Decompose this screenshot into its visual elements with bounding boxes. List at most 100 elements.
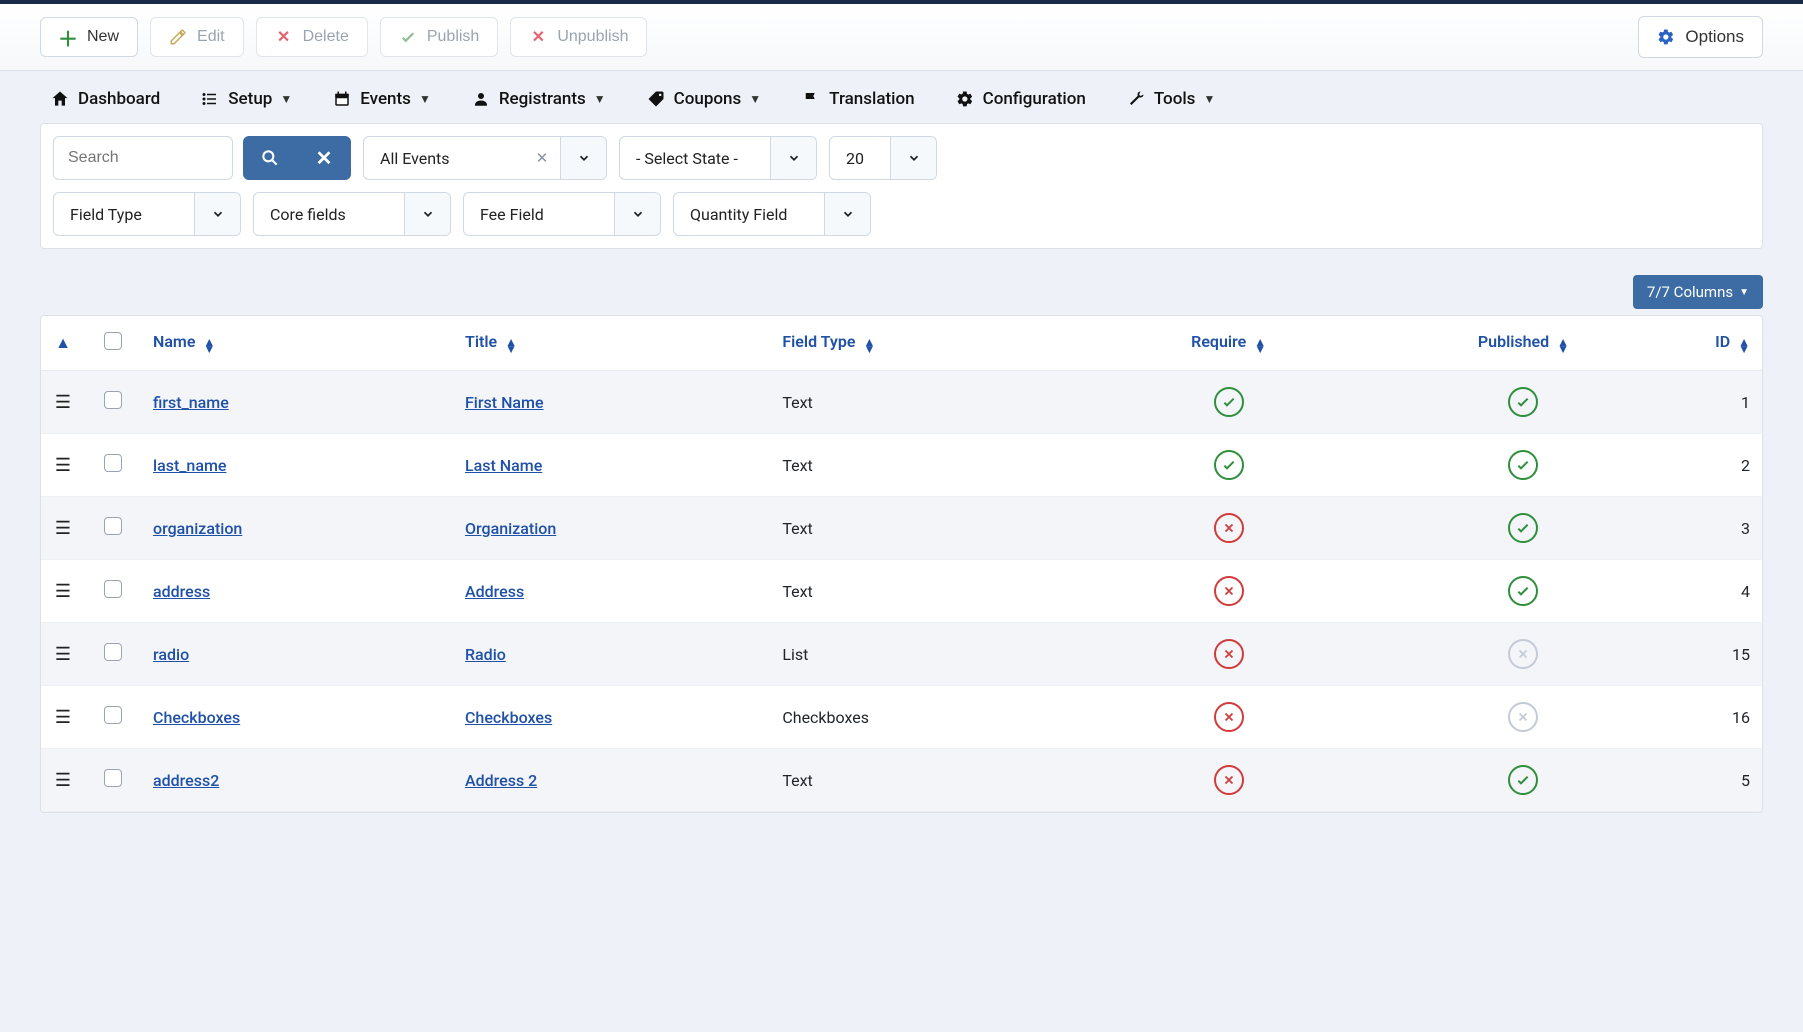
row-name-link[interactable]: address2: [153, 771, 219, 790]
drag-handle-icon[interactable]: ☰: [55, 707, 71, 728]
delete-button[interactable]: ✕ Delete: [256, 17, 368, 57]
row-name-link[interactable]: organization: [153, 519, 242, 538]
menu-coupons[interactable]: Coupons ▼: [646, 89, 762, 109]
col-name[interactable]: Name ▲▼: [141, 316, 453, 371]
search-button[interactable]: [243, 136, 297, 180]
event-filter[interactable]: All Events ✕: [363, 136, 607, 180]
sort-icon: ▲▼: [1738, 339, 1750, 353]
status-icon[interactable]: [1214, 702, 1244, 732]
status-icon[interactable]: [1508, 513, 1538, 543]
publish-button[interactable]: Publish: [380, 17, 498, 57]
row-id: 15: [1682, 623, 1762, 686]
x-icon: ✕: [316, 146, 333, 170]
menu-setup[interactable]: Setup ▼: [200, 89, 292, 109]
col-field-type[interactable]: Field Type ▲▼: [770, 316, 1092, 371]
menu-dashboard[interactable]: Dashboard: [50, 89, 160, 109]
row-title-link[interactable]: Last Name: [465, 456, 542, 475]
drag-handle-icon[interactable]: ☰: [55, 518, 71, 539]
fee-field-filter[interactable]: Fee Field: [463, 192, 661, 236]
chevron-down-icon[interactable]: [194, 193, 240, 235]
col-select-all[interactable]: [85, 316, 141, 371]
row-type: Text: [770, 497, 1092, 560]
status-icon[interactable]: [1508, 765, 1538, 795]
main-menu: Dashboard Setup ▼ Events ▼ Registrants ▼…: [0, 71, 1803, 109]
row-checkbox[interactable]: [104, 454, 122, 472]
chevron-down-icon[interactable]: [560, 137, 606, 179]
menu-configuration[interactable]: Configuration: [955, 89, 1086, 109]
chevron-down-icon[interactable]: [770, 137, 816, 179]
row-id: 2: [1682, 434, 1762, 497]
row-title-link[interactable]: Checkboxes: [465, 708, 552, 727]
row-name-link[interactable]: address: [153, 582, 210, 601]
columns-toggle[interactable]: 7/7 Columns ▼: [1633, 275, 1763, 309]
menu-registrants[interactable]: Registrants ▼: [471, 89, 606, 109]
chevron-down-icon[interactable]: [404, 193, 450, 235]
search-input[interactable]: [53, 136, 233, 180]
table-row: ☰organizationOrganizationText3: [41, 497, 1762, 560]
row-checkbox[interactable]: [104, 580, 122, 598]
filter-panel: ✕ All Events ✕ - Select State - 20 Field…: [40, 123, 1763, 249]
col-order[interactable]: ▲: [41, 316, 85, 371]
row-name-link[interactable]: Checkboxes: [153, 708, 240, 727]
drag-handle-icon[interactable]: ☰: [55, 392, 71, 413]
quantity-field-filter[interactable]: Quantity Field: [673, 192, 871, 236]
pencil-icon: [169, 28, 187, 46]
drag-handle-icon[interactable]: ☰: [55, 455, 71, 476]
row-checkbox[interactable]: [104, 643, 122, 661]
col-require[interactable]: Require ▲▼: [1092, 316, 1365, 371]
checkbox[interactable]: [104, 332, 122, 350]
status-icon[interactable]: [1214, 450, 1244, 480]
limit-select[interactable]: 20: [829, 136, 937, 180]
drag-handle-icon[interactable]: ☰: [55, 581, 71, 602]
row-name-link[interactable]: first_name: [153, 393, 229, 412]
status-icon[interactable]: [1508, 576, 1538, 606]
col-id[interactable]: ID ▲▼: [1682, 316, 1762, 371]
status-icon[interactable]: [1214, 765, 1244, 795]
row-name-link[interactable]: last_name: [153, 456, 226, 475]
table-row: ☰radioRadioList15: [41, 623, 1762, 686]
field-type-filter[interactable]: Field Type: [53, 192, 241, 236]
row-type: Text: [770, 434, 1092, 497]
menu-events[interactable]: Events ▼: [332, 89, 431, 109]
chevron-down-icon: ▼: [1739, 287, 1749, 298]
chevron-down-icon[interactable]: [614, 193, 660, 235]
state-filter[interactable]: - Select State -: [619, 136, 817, 180]
sort-icon: ▲▼: [203, 339, 215, 353]
chevron-down-icon[interactable]: [890, 137, 936, 179]
table-row: ☰addressAddressText4: [41, 560, 1762, 623]
status-icon[interactable]: [1508, 450, 1538, 480]
options-button[interactable]: Options: [1638, 16, 1763, 58]
row-title-link[interactable]: Address: [465, 582, 524, 601]
row-title-link[interactable]: Radio: [465, 645, 506, 664]
drag-handle-icon[interactable]: ☰: [55, 644, 71, 665]
status-icon[interactable]: [1508, 387, 1538, 417]
row-title-link[interactable]: Organization: [465, 519, 556, 538]
menu-translation[interactable]: Translation: [801, 89, 914, 109]
drag-handle-icon[interactable]: ☰: [55, 770, 71, 791]
row-checkbox[interactable]: [104, 706, 122, 724]
col-published[interactable]: Published ▲▼: [1365, 316, 1682, 371]
clear-event-filter[interactable]: ✕: [524, 137, 560, 179]
row-checkbox[interactable]: [104, 391, 122, 409]
status-icon[interactable]: [1508, 639, 1538, 669]
clear-search-button[interactable]: ✕: [297, 136, 351, 180]
status-icon[interactable]: [1214, 513, 1244, 543]
unpublish-button[interactable]: ✕ Unpublish: [510, 17, 647, 57]
chevron-down-icon[interactable]: [824, 193, 870, 235]
search-icon: [260, 148, 280, 168]
status-icon[interactable]: [1214, 576, 1244, 606]
status-icon[interactable]: [1214, 639, 1244, 669]
row-checkbox[interactable]: [104, 769, 122, 787]
edit-button[interactable]: Edit: [150, 17, 244, 57]
status-icon[interactable]: [1214, 387, 1244, 417]
row-title-link[interactable]: Address 2: [465, 771, 537, 790]
status-icon[interactable]: [1508, 702, 1538, 732]
row-name-link[interactable]: radio: [153, 645, 189, 664]
core-fields-filter[interactable]: Core fields: [253, 192, 451, 236]
row-checkbox[interactable]: [104, 517, 122, 535]
row-title-link[interactable]: First Name: [465, 393, 544, 412]
col-title[interactable]: Title ▲▼: [453, 316, 770, 371]
menu-tools[interactable]: Tools ▼: [1126, 89, 1215, 109]
chevron-down-icon: ▼: [594, 92, 606, 106]
new-button[interactable]: ＋ New: [40, 17, 138, 57]
